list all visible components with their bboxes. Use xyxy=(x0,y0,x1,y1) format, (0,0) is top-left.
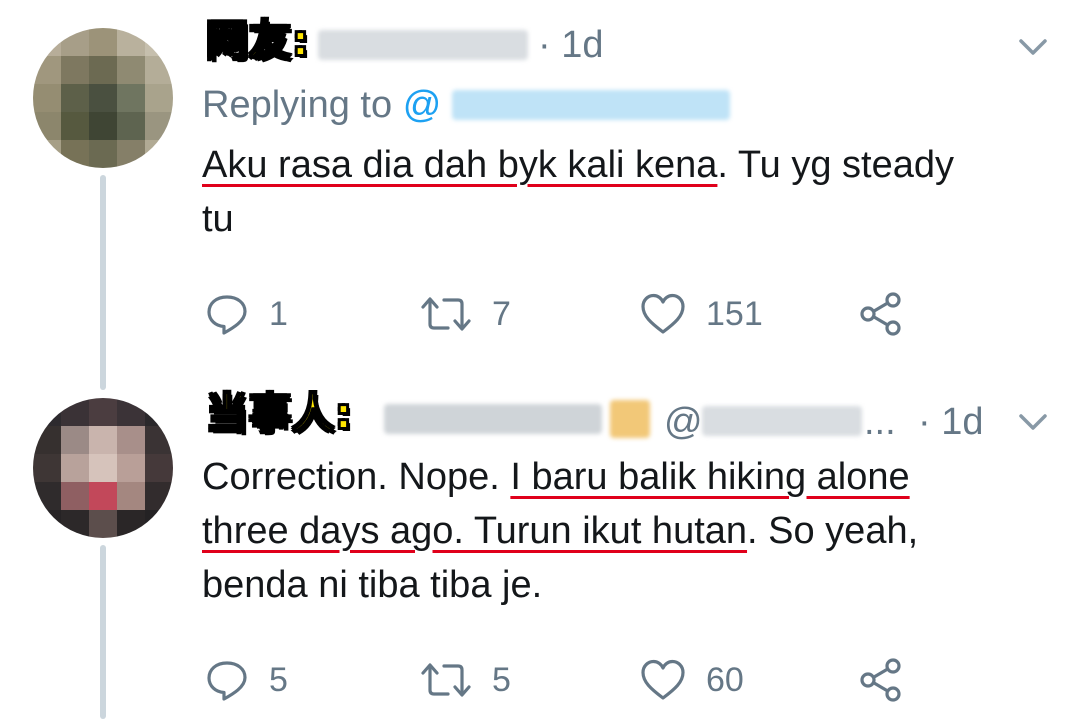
like-count: 151 xyxy=(706,294,763,333)
like-count: 60 xyxy=(706,660,744,699)
text-line: tu xyxy=(202,198,234,240)
retweet-icon xyxy=(421,297,471,331)
thread-line xyxy=(100,545,106,719)
blurred-display-name xyxy=(384,404,602,434)
commenter-label: 网友: xyxy=(205,16,310,65)
share-button[interactable] xyxy=(858,658,904,702)
reply-icon xyxy=(207,295,247,335)
tweet-time[interactable]: · 1d xyxy=(538,26,603,64)
text-segment: . So yeah, xyxy=(747,510,919,552)
avatar[interactable] xyxy=(33,398,173,538)
blurred-emoji xyxy=(610,400,650,438)
retweet-count: 7 xyxy=(492,294,511,333)
underlined-text: three days ago. Turun ikut hutan xyxy=(202,510,748,552)
thread-line xyxy=(100,175,106,390)
avatar[interactable] xyxy=(33,28,173,168)
replying-prefix: Replying to xyxy=(202,84,393,126)
reply-icon xyxy=(207,661,247,701)
tweet-time[interactable]: · 1d xyxy=(918,403,983,441)
blurred-mention[interactable] xyxy=(452,90,730,120)
blurred-handle xyxy=(702,406,862,436)
retweet-count: 5 xyxy=(492,660,511,699)
like-icon xyxy=(641,293,685,334)
share-icon xyxy=(860,658,901,702)
reply-count: 1 xyxy=(269,294,288,333)
tweet-text: Correction. Nope. I baru balik hiking al… xyxy=(202,450,918,612)
tweet-text: Aku rasa dia dah byk kali kena. Tu yg st… xyxy=(202,138,954,246)
share-button[interactable] xyxy=(858,292,904,336)
reply-count: 5 xyxy=(269,660,288,699)
share-icon xyxy=(860,292,901,336)
underlined-text: Aku rasa dia dah byk kali kena xyxy=(202,144,718,186)
underlined-text: I baru balik hiking alone xyxy=(510,456,910,498)
like-button[interactable]: 60 xyxy=(640,658,744,702)
handle-ellipsis: ... xyxy=(864,401,896,443)
retweet-button[interactable]: 5 xyxy=(420,658,511,702)
poster-label: 当事人: xyxy=(205,389,353,438)
text-segment: Correction. Nope. xyxy=(202,456,511,498)
handle-at: @ xyxy=(664,401,703,443)
blurred-username xyxy=(318,30,528,60)
text-line: benda ni tiba tiba je. xyxy=(202,564,543,606)
reply-button[interactable]: 5 xyxy=(205,658,288,702)
mention-at[interactable]: @ xyxy=(403,84,442,126)
retweet-icon xyxy=(421,663,471,697)
replying-to: Replying to @ xyxy=(202,86,441,124)
text-segment: . Tu yg steady xyxy=(717,144,954,186)
reply-button[interactable]: 1 xyxy=(205,292,288,336)
chevron-down-icon[interactable] xyxy=(1016,30,1050,64)
retweet-button[interactable]: 7 xyxy=(420,292,511,336)
chevron-down-icon[interactable] xyxy=(1016,405,1050,439)
like-button[interactable]: 151 xyxy=(640,292,763,336)
like-icon xyxy=(641,659,685,700)
